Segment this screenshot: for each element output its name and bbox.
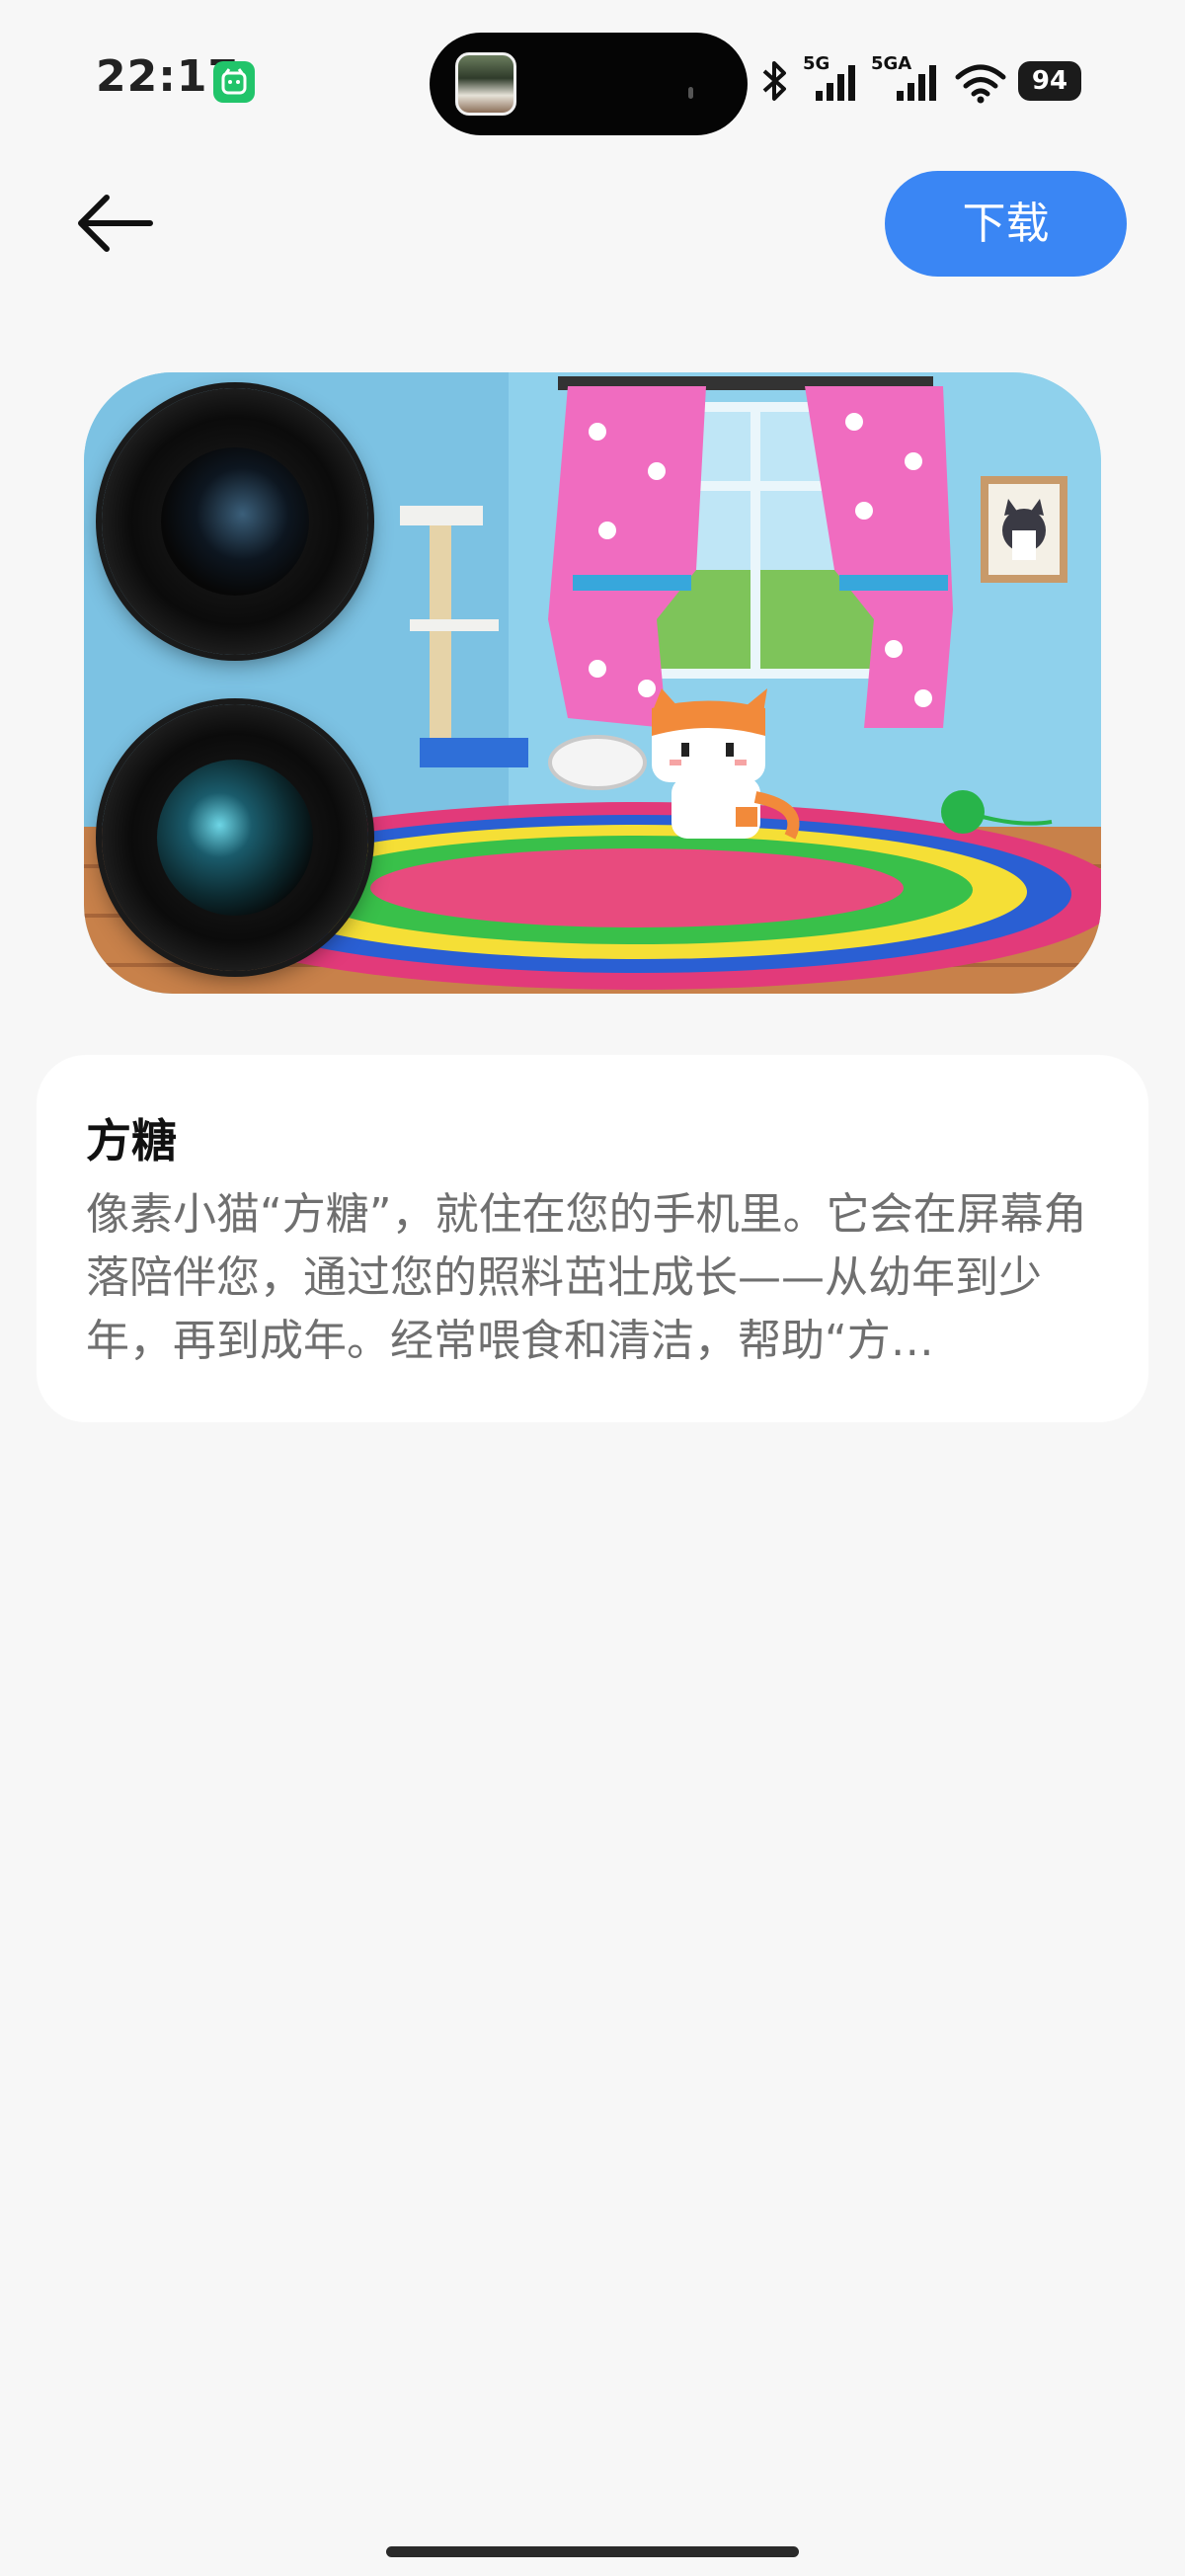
signal-icon-2 bbox=[897, 65, 936, 101]
dynamic-island[interactable] bbox=[430, 33, 748, 135]
status-bar: 22:17 5G 5GA 94 bbox=[0, 0, 1185, 158]
bluetooth-icon bbox=[762, 61, 786, 101]
app-notification-icon bbox=[213, 61, 255, 103]
pet-preview-image bbox=[84, 372, 1101, 994]
camera-lens-bottom bbox=[102, 704, 368, 971]
battery-indicator: 94 bbox=[1018, 61, 1081, 101]
camera-lens-top bbox=[102, 388, 368, 655]
pet-name: 方糖 bbox=[86, 1114, 177, 1167]
home-indicator[interactable] bbox=[386, 2546, 799, 2557]
camera-indicator bbox=[688, 87, 693, 99]
arrow-left-icon bbox=[78, 195, 153, 252]
live-activity-thumbnail bbox=[455, 52, 516, 116]
download-button[interactable]: 下载 bbox=[885, 171, 1127, 277]
signal-icon bbox=[816, 65, 855, 101]
pet-description[interactable]: 像素小猫“方糖”，就住在您的手机里。它会在屏幕角落陪伴您，通过您的照料茁壮成长—… bbox=[86, 1183, 1103, 1373]
wifi-icon bbox=[955, 64, 1006, 104]
back-button[interactable] bbox=[75, 188, 164, 259]
status-icons: 5G 5GA 94 bbox=[756, 43, 1092, 115]
pet-info-card: 方糖 像素小猫“方糖”，就住在您的手机里。它会在屏幕角落陪伴您，通过您的照料茁壮… bbox=[37, 1055, 1148, 1422]
